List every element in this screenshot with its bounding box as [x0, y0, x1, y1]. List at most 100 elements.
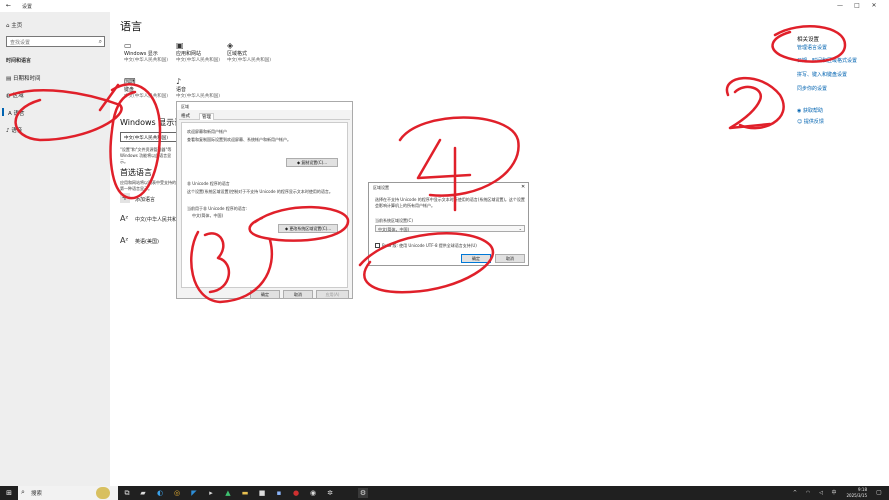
related-link-keyboard[interactable]: 拼写、键入和键盘设置 [797, 71, 847, 78]
terminal-icon[interactable]: ▸ [206, 488, 216, 498]
sidebar-item-datetime[interactable]: ▤ 日期和时间 [6, 74, 40, 82]
unicode-text: 这个设置(系统区域设置)控制对于不支持 Unicode 的程序显示文本时使用的语… [187, 189, 333, 194]
get-help-link[interactable]: ◉ 获取帮助 [797, 107, 823, 114]
search-icon: ⌕ [21, 488, 25, 496]
monitor-icon: ▭ [124, 41, 132, 50]
unicode-heading: 非 Unicode 程序的语言 [187, 181, 230, 186]
tab-formats[interactable]: 格式 [181, 113, 190, 119]
start-windows-icon[interactable]: ⊞ [4, 488, 14, 498]
tray-network-icon[interactable]: ◠ [803, 488, 813, 498]
change-system-locale-button[interactable]: ◆ 更改系统区域设置(C)... [278, 224, 338, 233]
region-dialog-tabs: 格式 管理 [179, 112, 350, 120]
page-title: 语言 [120, 20, 142, 33]
current-language-label: 当前用于非 Unicode 程序的语言: [187, 206, 248, 211]
taskbar-clock[interactable]: 9:18 2025/3/15 [846, 487, 867, 499]
language-glyph-icon: Aᶻ [120, 214, 129, 223]
taskbar-search[interactable]: ⌕ 搜索 [18, 486, 118, 500]
locale-dialog-close-icon[interactable]: ✕ [521, 184, 525, 190]
search-placeholder: 查找设置 [10, 40, 31, 46]
window-title: 设置 [22, 4, 33, 10]
related-settings-heading: 相关设置 [797, 37, 820, 43]
sidebar-home[interactable]: ⌂ 主页 [6, 21, 22, 29]
language-item[interactable]: Aᶻ 中文(中华人民共和国) [120, 214, 184, 223]
language-glyph-icon: Aᶻ [120, 236, 129, 245]
welcome-heading: 欢迎屏幕和新用户帐户 [187, 129, 227, 134]
keyboard-icon: ⌨ [124, 77, 136, 86]
region-ok-button[interactable]: 确定 [250, 290, 280, 299]
calendar-icon: ▤ [6, 76, 12, 82]
beta-utf8-checkbox[interactable] [375, 243, 380, 248]
add-language-icon[interactable]: + [120, 193, 130, 203]
shield-icon: ◆ [296, 160, 301, 165]
taskbar: ⊞ ⌕ 搜索 ⧉ ▰ ◐ ◎ ◤ ▸ ▲ ▬ ■ ▪ ● ◉ ✲ ⚙ ^ ◠ ◁… [0, 486, 889, 500]
music-icon[interactable]: ● [291, 488, 301, 498]
beta-utf8-label: Beta 版: 使用 Unicode UTF-8 提供全球语言支持(U) [382, 243, 477, 248]
vscode-icon[interactable]: ◤ [189, 488, 199, 498]
locale-cancel-button[interactable]: 取消 [495, 254, 525, 263]
back-arrow-icon[interactable]: ← [6, 2, 11, 9]
tile-speech[interactable]: ♪ 语音 中文(中华人民共和国) [176, 77, 222, 99]
region-dialog: 区域 格式 管理 欢迎屏幕和新用户帐户 查看和复制国际设置到欢迎屏幕、系统帐户和… [176, 101, 353, 299]
display-language-note: "设置"和"文件资源管理器"等 Windows 功能将以此语言显示。 [120, 147, 172, 164]
app-icon[interactable]: ▲ [223, 488, 233, 498]
copy-settings-button[interactable]: ◆ 复制设置(C)... [286, 158, 338, 167]
sidebar [0, 12, 110, 486]
feedback-link[interactable]: ☺ 提供反馈 [797, 118, 824, 125]
display-language-select[interactable]: 中文(中华人民共和国) [120, 132, 180, 142]
preferred-languages-heading: 首选语言 [120, 168, 152, 177]
related-link-language[interactable]: 管理语言设置 [797, 44, 827, 51]
locale-field-label: 当前系统区域设置(C) [375, 218, 413, 223]
minimize-button[interactable]: — [835, 2, 845, 9]
notification-icon[interactable]: ▢ [874, 488, 884, 498]
tile-apps-websites[interactable]: ▣ 应用和网站 中文(中华人民共和国) [176, 41, 222, 63]
sidebar-item-region[interactable]: ◍ 区域 [6, 91, 24, 99]
region-dialog-title: 区域 [181, 104, 189, 109]
globe-icon: ◍ [6, 93, 11, 99]
settings-icon[interactable]: ✲ [325, 488, 335, 498]
region-cancel-button[interactable]: 取消 [283, 290, 313, 299]
maximize-button[interactable]: □ [852, 2, 862, 9]
microphone-icon: ♪ [6, 128, 10, 134]
chevron-down-icon: ⌄ [518, 226, 522, 231]
locale-ok-button[interactable]: 确定 [461, 254, 491, 263]
selected-indicator [2, 108, 4, 116]
feedback-icon: ☺ [797, 119, 803, 125]
active-settings-icon[interactable]: ⚙ [358, 488, 368, 498]
title-bar: ← 设置 — □ ✕ [0, 0, 889, 12]
task-view-icon[interactable]: ⧉ [122, 488, 132, 498]
tile-windows-display[interactable]: ▭ Windows 显示 中文(中华人民共和国) [124, 41, 170, 63]
locale-dialog-text: 选择在不支持 Unicode 的程序中显示文本时所使用的语言(系统区域设置)。这… [375, 197, 525, 208]
search-icon: ⌕ [98, 38, 102, 45]
tray-volume-icon[interactable]: ◁ [816, 488, 826, 498]
folder-icon[interactable]: ▬ [240, 488, 250, 498]
tray-chevron-icon[interactable]: ^ [790, 488, 800, 498]
photoshop-icon[interactable]: ▪ [274, 488, 284, 498]
search-highlight-icon [96, 487, 110, 499]
microphone-icon: ♪ [176, 77, 182, 86]
system-locale-select[interactable]: 中文(简体，中国) ⌄ [375, 225, 525, 232]
chrome-icon[interactable]: ◎ [172, 488, 182, 498]
language-icon: A [8, 111, 12, 117]
steam-icon[interactable]: ◉ [308, 488, 318, 498]
region-apply-button[interactable]: 应用(A) [316, 290, 349, 299]
app-icon[interactable]: ■ [257, 488, 267, 498]
sidebar-section-title: 时间和语言 [6, 58, 32, 64]
add-language-button[interactable]: 添加语言 [135, 196, 155, 203]
tile-keyboard[interactable]: ⌨ 键盘 中文(中华人民共和国) [124, 77, 170, 99]
sidebar-item-speech[interactable]: ♪ 语音 [6, 126, 22, 134]
system-locale-dialog: 区域设置 ✕ 选择在不支持 Unicode 的程序中显示文本时所使用的语言(系统… [368, 182, 529, 266]
annotation-digit-2-ring [725, 76, 785, 130]
file-explorer-icon[interactable]: ▰ [138, 488, 148, 498]
welcome-text: 查看和复制国际设置到欢迎屏幕、系统帐户和新用户帐户。 [187, 137, 291, 142]
sidebar-item-language[interactable]: A 语言 [8, 109, 25, 117]
region-dialog-titlebar: 区域 [177, 102, 352, 110]
related-link-datetime[interactable]: 日期、时间和区域格式设置 [797, 57, 857, 64]
tray-ime-icon[interactable]: 中 [829, 488, 839, 498]
tab-administrative[interactable]: 管理 [199, 113, 214, 120]
search-input[interactable]: 查找设置 ⌕ [6, 36, 105, 47]
tile-regional-format[interactable]: ◈ 区域格式 中文(中华人民共和国) [227, 41, 273, 63]
close-button[interactable]: ✕ [869, 2, 879, 9]
sync-settings-link[interactable]: 同步你的设置 [797, 85, 827, 92]
edge-icon[interactable]: ◐ [155, 488, 165, 498]
language-item[interactable]: Aᶻ 英语(美国) [120, 236, 159, 245]
